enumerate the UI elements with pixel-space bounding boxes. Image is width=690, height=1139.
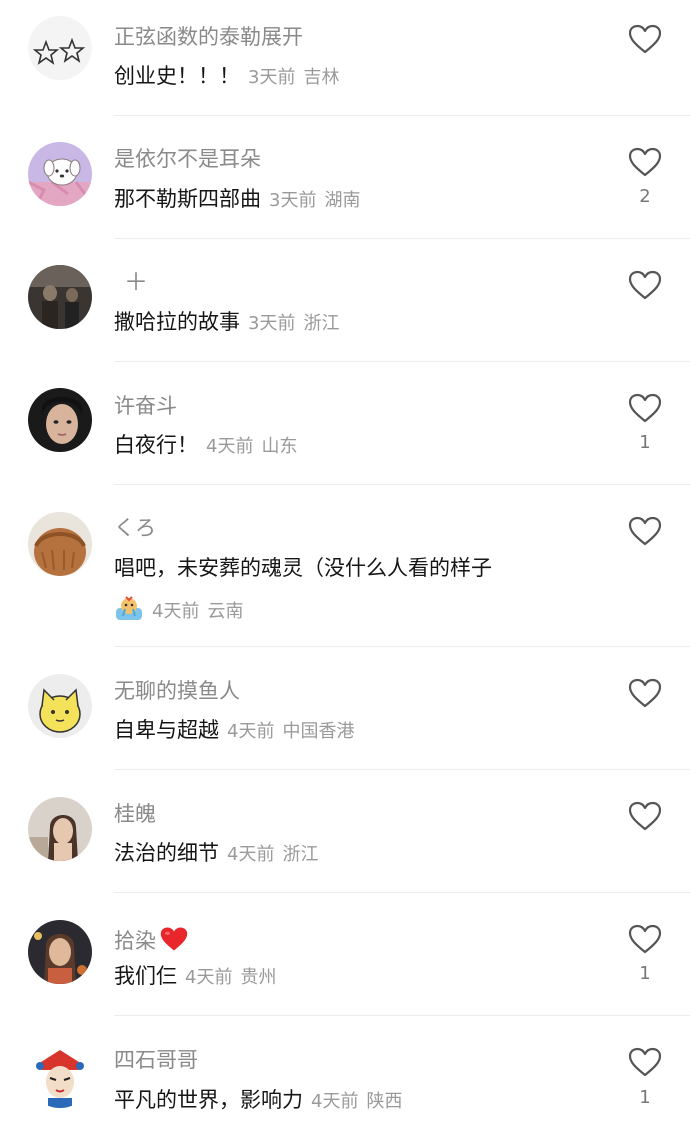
red-heart-icon — [160, 927, 188, 951]
stars-sketch-avatar-icon — [28, 16, 92, 80]
username[interactable]: くろ — [114, 518, 156, 539]
comment-location: 贵州 — [240, 967, 277, 988]
divider — [114, 769, 690, 770]
comment-time: 4天前 — [206, 436, 254, 457]
like-heart-icon[interactable] — [628, 801, 662, 831]
avatar[interactable] — [28, 797, 92, 861]
like-heart-icon[interactable] — [628, 516, 662, 546]
like-heart-icon[interactable] — [628, 393, 662, 423]
username[interactable]: 是依尔不是耳朵 — [114, 149, 261, 170]
username[interactable]: 无聊的摸鱼人 — [114, 681, 240, 702]
comment-time: 4天前 — [227, 844, 275, 865]
username[interactable]: 许奋斗 — [114, 396, 177, 417]
comment-location: 陕西 — [366, 1091, 403, 1112]
comment-text[interactable]: 平凡的世界，影响力 — [114, 1088, 303, 1112]
avatar[interactable] — [28, 1044, 92, 1108]
divider — [114, 115, 690, 116]
comment-time: 4天前 — [152, 601, 200, 622]
divider — [114, 361, 690, 362]
crying-sticker-icon — [116, 596, 142, 620]
comment-location: 浙江 — [303, 313, 340, 334]
woman-photo-avatar-icon — [28, 920, 92, 984]
avatar[interactable] — [28, 388, 92, 452]
like-count: 1 — [639, 1087, 651, 1108]
comment-location: 浙江 — [282, 844, 319, 865]
like-count: 1 — [639, 432, 651, 453]
opera-mask-avatar-icon — [28, 1044, 92, 1108]
comment-location: 云南 — [207, 601, 244, 622]
username[interactable]: 桂魄 — [114, 804, 156, 825]
comment-text[interactable]: 创业史！！！ — [114, 64, 240, 88]
comment-text[interactable]: 法治的细节 — [114, 841, 219, 865]
username[interactable]: ＋ — [124, 270, 148, 294]
username-text: 拾染 — [114, 929, 156, 953]
avatar[interactable] — [28, 16, 92, 80]
yellow-cat-cartoon-avatar-icon — [28, 674, 92, 738]
comment-text[interactable]: 唱吧，未安葬的魂灵（没什么人看的样子 — [114, 556, 492, 580]
divider — [114, 1015, 690, 1016]
girl-selfie-avatar-icon — [28, 388, 92, 452]
avatar[interactable] — [28, 265, 92, 329]
comment-text[interactable]: 那不勒斯四部曲 — [114, 187, 261, 211]
comment-text[interactable]: 撒哈拉的故事 — [114, 310, 240, 334]
comment-text[interactable]: 白夜行！ — [114, 433, 198, 457]
comment-location: 中国香港 — [282, 721, 355, 742]
divider — [114, 238, 690, 239]
username[interactable]: 拾染 — [114, 926, 188, 952]
like-heart-icon[interactable] — [628, 678, 662, 708]
divider — [114, 646, 690, 647]
comment-time: 3天前 — [248, 313, 296, 334]
highland-cow-avatar-icon — [28, 512, 92, 576]
avatar[interactable] — [28, 674, 92, 738]
username[interactable]: 正弦函数的泰勒展开 — [114, 27, 303, 48]
avatar[interactable] — [28, 920, 92, 984]
divider — [114, 484, 690, 485]
avatar[interactable] — [28, 142, 92, 206]
comment-time: 4天前 — [227, 721, 275, 742]
comment-time: 4天前 — [185, 967, 233, 988]
like-heart-icon[interactable] — [628, 147, 662, 177]
comment-time: 3天前 — [248, 67, 296, 88]
comment-text[interactable]: 我们仨 — [114, 964, 177, 988]
dark-photo-avatar-icon — [28, 265, 92, 329]
username[interactable]: 四石哥哥 — [114, 1050, 198, 1071]
comment-time: 4天前 — [311, 1091, 359, 1112]
comment-location: 吉林 — [303, 67, 340, 88]
like-heart-icon[interactable] — [628, 24, 662, 54]
like-count: 1 — [639, 963, 651, 984]
comment-location: 山东 — [261, 436, 298, 457]
divider — [114, 892, 690, 893]
puppy-cartoon-avatar-icon — [28, 142, 92, 206]
like-heart-icon[interactable] — [628, 924, 662, 954]
like-heart-icon[interactable] — [628, 270, 662, 300]
girl-portrait-avatar-icon — [28, 797, 92, 861]
avatar[interactable] — [28, 512, 92, 576]
like-count: 2 — [639, 186, 651, 207]
comment-location: 湖南 — [324, 190, 361, 211]
comment-text[interactable]: 自卑与超越 — [114, 718, 219, 742]
comment-time: 3天前 — [269, 190, 317, 211]
like-heart-icon[interactable] — [628, 1047, 662, 1077]
